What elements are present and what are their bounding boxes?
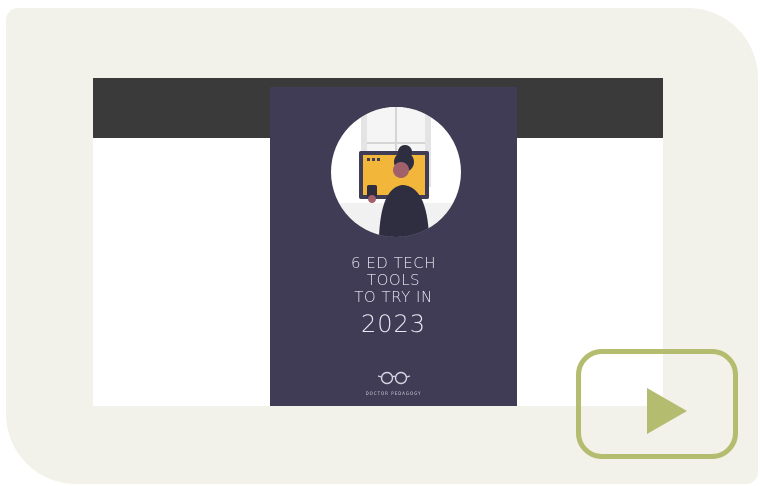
ebook-title-year: 2023 xyxy=(360,310,427,338)
brand-logo: DOCTOR PEDAGOGY xyxy=(270,371,517,396)
play-button[interactable] xyxy=(576,349,738,459)
ebook-title-line-2: TOOLS xyxy=(366,271,421,289)
ebook-title-line-3: TO TRY IN xyxy=(354,288,433,306)
glasses-icon xyxy=(377,371,410,385)
brand-name: DOCTOR PEDAGOGY xyxy=(365,391,422,396)
video-preview[interactable]: 6 ED TECH TOOLS TO TRY IN 2023 DOCTOR PE… xyxy=(93,78,663,406)
ebook-title: 6 ED TECH TOOLS TO TRY IN 2023 xyxy=(270,254,517,339)
ebook-title-line-1: 6 ED TECH xyxy=(350,254,436,272)
play-icon xyxy=(647,388,687,434)
person-at-computer-illustration xyxy=(331,107,461,237)
ebook-cover: 6 ED TECH TOOLS TO TRY IN 2023 DOCTOR PE… xyxy=(270,87,517,406)
video-card: 6 ED TECH TOOLS TO TRY IN 2023 DOCTOR PE… xyxy=(6,8,758,484)
